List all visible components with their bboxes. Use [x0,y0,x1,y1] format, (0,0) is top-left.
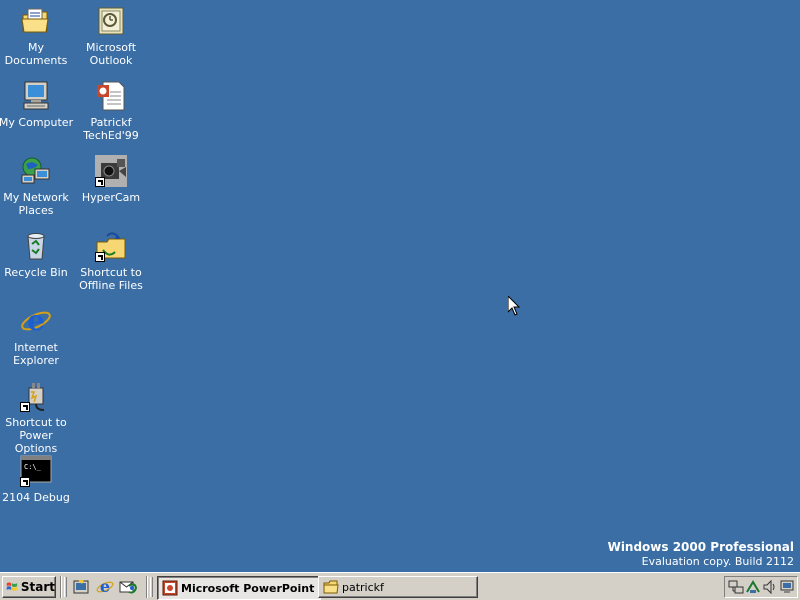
os-watermark: Windows 2000 Professional Evaluation cop… [608,540,794,569]
desktop-icon-label: Microsoft Outlook [85,41,137,67]
desktop-icon-label: HyperCam [81,191,141,204]
offline-files-icon [95,230,127,262]
svg-text:C:\_: C:\_ [24,463,42,471]
taskbar: Start e Microsoft PowerPoint ... patrick… [0,572,800,600]
desktop-icon-label: 2104 Debug [2,491,70,504]
shortcut-arrow-icon [95,177,105,187]
desktop-icon-my-documents[interactable]: My Documents [0,2,74,67]
shortcut-arrow-icon [95,252,105,262]
computer-icon [20,80,52,112]
internet-explorer-icon: e [20,305,52,337]
toolbar-grip[interactable] [150,577,153,597]
desktop-icon-internet-explorer[interactable]: e Internet Explorer [0,302,74,367]
start-button[interactable]: Start [2,576,56,598]
recycle-bin-icon [20,230,52,262]
camera-icon [95,155,127,187]
taskbar-separator [60,576,62,598]
desktop-icon-label: Patrickf TechEd'99 [83,116,139,142]
task-button-patrickf[interactable]: patrickf [318,576,478,598]
desktop-icon-my-network-places[interactable]: My Network Places [0,152,74,217]
desktop-icon-label: Recycle Bin [4,266,68,279]
desktop-icon-my-computer[interactable]: My Computer [0,77,74,129]
desktop-icon-recycle-bin[interactable]: Recycle Bin [0,227,74,279]
desktop-icon-label: My Network Places [3,191,69,217]
powerpoint-icon [162,580,178,596]
desktop-icon-power-options[interactable]: Shortcut to Power Options [0,377,74,455]
desktop-icon-label: Internet Explorer [13,341,59,367]
outlook-icon [95,5,127,37]
display-icon[interactable] [779,579,795,595]
task-label: patrickf [342,580,384,594]
desktop-icon-label: My Documents [4,41,68,67]
desktop-icon-label: My Computer [0,116,74,129]
mouse-pointer-icon [508,296,520,316]
desktop-icon-2104-debug[interactable]: C:\_ 2104 Debug [0,452,74,504]
power-options-icon [20,380,52,412]
show-desktop-icon [73,580,89,594]
outlook-express-icon [119,581,137,594]
os-edition-text: Windows 2000 Professional [607,540,794,554]
taskbar-separator [146,576,148,598]
windows-flag-icon [6,582,18,591]
shortcut-arrow-icon [20,402,30,412]
internet-explorer-icon: e [96,578,114,596]
desktop[interactable]: My Documents My Computer My Network Plac… [0,0,800,572]
os-build-text: Evaluation copy. Build 2112 [641,555,794,568]
task-button-powerpoint[interactable]: Microsoft PowerPoint ... [157,576,321,600]
network-connection-icon[interactable] [728,579,744,595]
desktop-icon-microsoft-outlook[interactable]: Microsoft Outlook [73,2,149,67]
quicklaunch-show-desktop[interactable] [72,578,90,596]
quicklaunch-internet-explorer[interactable]: e [96,578,114,596]
svg-text:e: e [27,305,45,337]
task-label: Microsoft PowerPoint ... [181,581,321,595]
powerpoint-file-icon [95,80,127,112]
folder-icon [323,579,339,595]
desktop-icon-label: Shortcut to Offline Files [79,266,143,292]
toolbar-grip[interactable] [64,577,67,597]
start-label: Start [20,580,55,594]
folder-documents-icon [20,5,52,37]
scheduler-icon[interactable] [745,579,761,595]
desktop-icon-patrickf-teched[interactable]: Patrickf TechEd'99 [73,77,149,142]
desktop-icon-offline-files[interactable]: Shortcut to Offline Files [73,227,149,292]
desktop-icon-label: Shortcut to Power Options [5,416,67,455]
svg-text:e: e [100,578,110,596]
quicklaunch-outlook-express[interactable] [119,578,137,596]
console-icon: C:\_ [20,455,52,487]
shortcut-arrow-icon [20,477,30,487]
volume-icon[interactable] [762,579,778,595]
system-tray [724,576,798,598]
network-icon [20,155,52,187]
desktop-icon-hypercam[interactable]: HyperCam [73,152,149,204]
